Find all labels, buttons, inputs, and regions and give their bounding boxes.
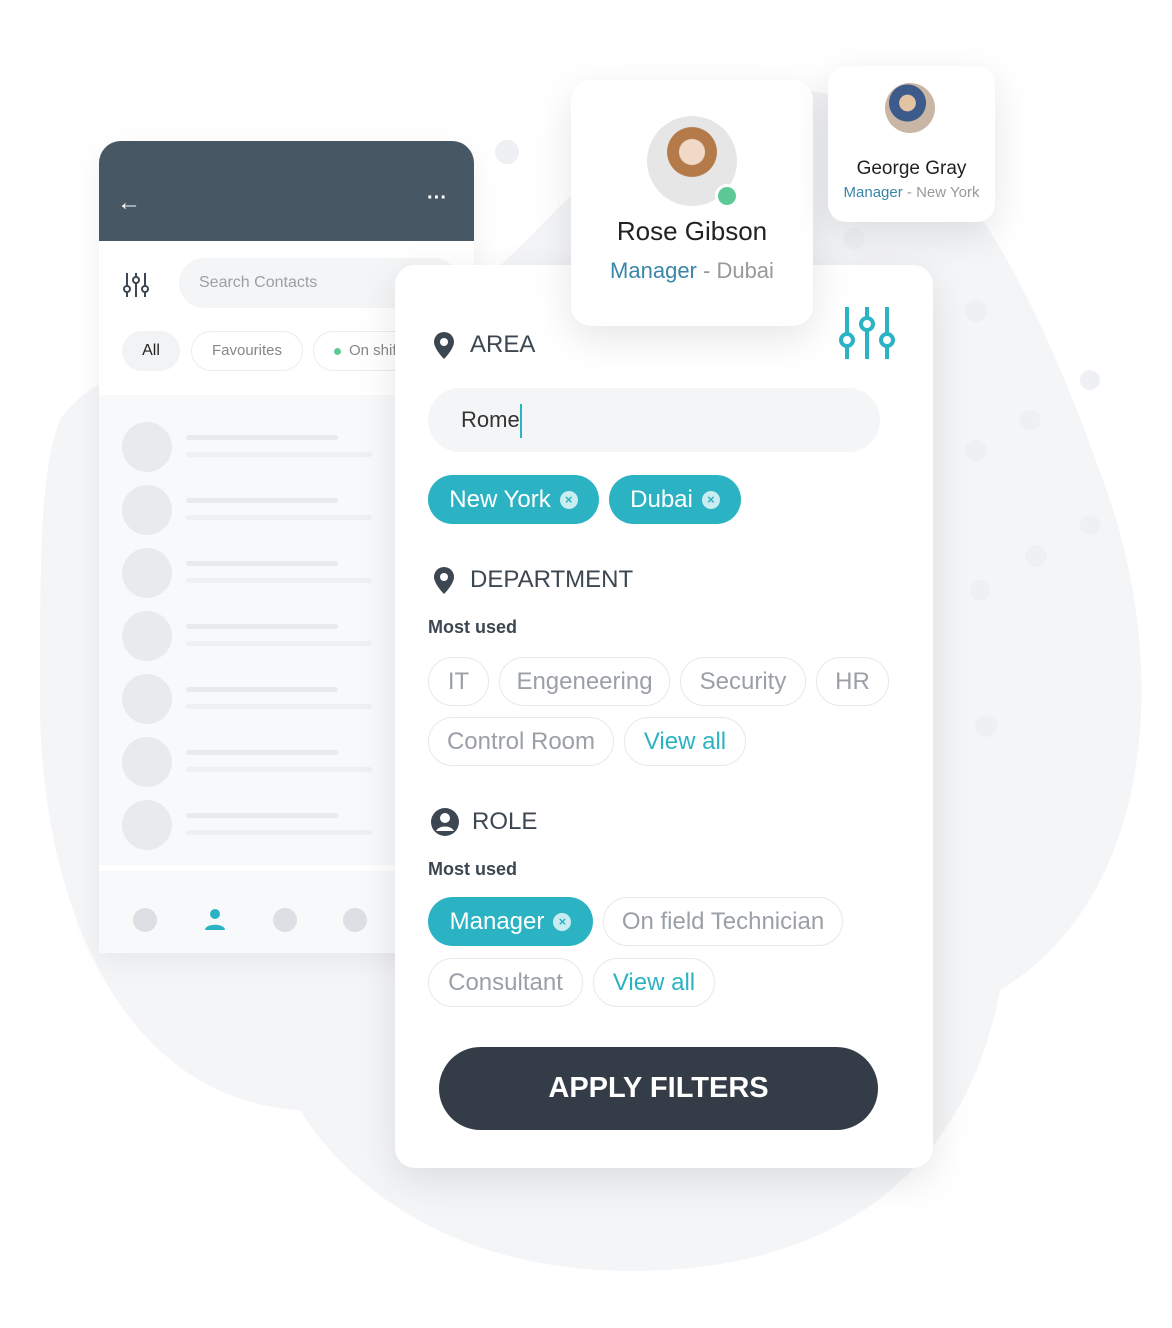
text-cursor [519, 404, 522, 439]
department-most-used-label: Most used [428, 617, 518, 637]
remove-icon[interactable]: × [559, 490, 578, 509]
chip-label: New York [449, 485, 551, 513]
option-on-field-technician[interactable]: On field Technician [603, 897, 843, 946]
person-icon[interactable] [204, 907, 226, 931]
profile-subtitle: Manager - Dubai [610, 258, 774, 283]
department-section-title: DEPARTMENT [430, 565, 633, 595]
online-dot-icon [334, 347, 341, 355]
remove-icon[interactable]: × [553, 912, 572, 931]
nav-item[interactable] [343, 908, 367, 932]
option-engeneering[interactable]: Engeneering [499, 657, 670, 706]
apply-filters-button[interactable]: APPLY FILTERS [439, 1047, 878, 1130]
option-it[interactable]: IT [428, 657, 489, 706]
profile-subtitle: Manager - New York [843, 184, 980, 201]
profile-name: George Gray [856, 158, 967, 179]
filter-sliders-icon[interactable] [838, 305, 896, 361]
online-status-icon [715, 184, 739, 208]
tab-favourites[interactable]: Favourites [191, 331, 303, 371]
profile-name: Rose Gibson [616, 216, 768, 246]
chip-label: Dubai [630, 485, 693, 513]
profile-card-george[interactable]: George Gray Manager - New York [828, 66, 995, 222]
nav-item[interactable] [133, 908, 157, 932]
department-title: DEPARTMENT [470, 566, 634, 593]
profile-location: New York [916, 184, 980, 201]
chip-dubai[interactable]: Dubai × [609, 475, 741, 524]
location-pin-icon [434, 567, 454, 594]
role-most-used-label: Most used [428, 859, 518, 879]
avatar [885, 83, 935, 133]
area-title: AREA [470, 331, 536, 358]
option-hr[interactable]: HR [816, 657, 889, 706]
option-control-room[interactable]: Control Room [428, 717, 614, 766]
role-title: ROLE [472, 808, 538, 835]
location-pin-icon [434, 332, 454, 359]
nav-item[interactable] [273, 908, 297, 932]
more-icon[interactable]: ··· [427, 187, 447, 210]
chip-new-york[interactable]: New York × [428, 475, 599, 524]
chip-manager[interactable]: Manager × [428, 897, 593, 946]
user-circle-icon [431, 808, 459, 836]
area-input-value: Rome [461, 407, 520, 432]
area-section-title: AREA [430, 330, 535, 360]
department-view-all-link[interactable]: View all [624, 717, 746, 766]
tab-all[interactable]: All [122, 331, 180, 371]
profile-card-rose[interactable]: Rose Gibson Manager - Dubai [571, 80, 813, 326]
role-view-all-link[interactable]: View all [593, 958, 715, 1007]
profile-role: Manager [843, 184, 903, 201]
option-consultant[interactable]: Consultant [428, 958, 583, 1007]
area-input[interactable]: Rome [428, 388, 880, 452]
role-section-title: ROLE [430, 807, 537, 837]
header-bar [99, 141, 474, 241]
tab-label: On shift [349, 342, 401, 359]
chip-label: Manager [449, 907, 545, 935]
profile-role: Manager [610, 258, 697, 283]
profile-location: Dubai [716, 258, 774, 283]
option-security[interactable]: Security [680, 657, 806, 706]
filter-icon[interactable] [123, 272, 149, 298]
back-arrow-icon[interactable]: ← [117, 189, 141, 217]
remove-icon[interactable]: × [701, 490, 720, 509]
